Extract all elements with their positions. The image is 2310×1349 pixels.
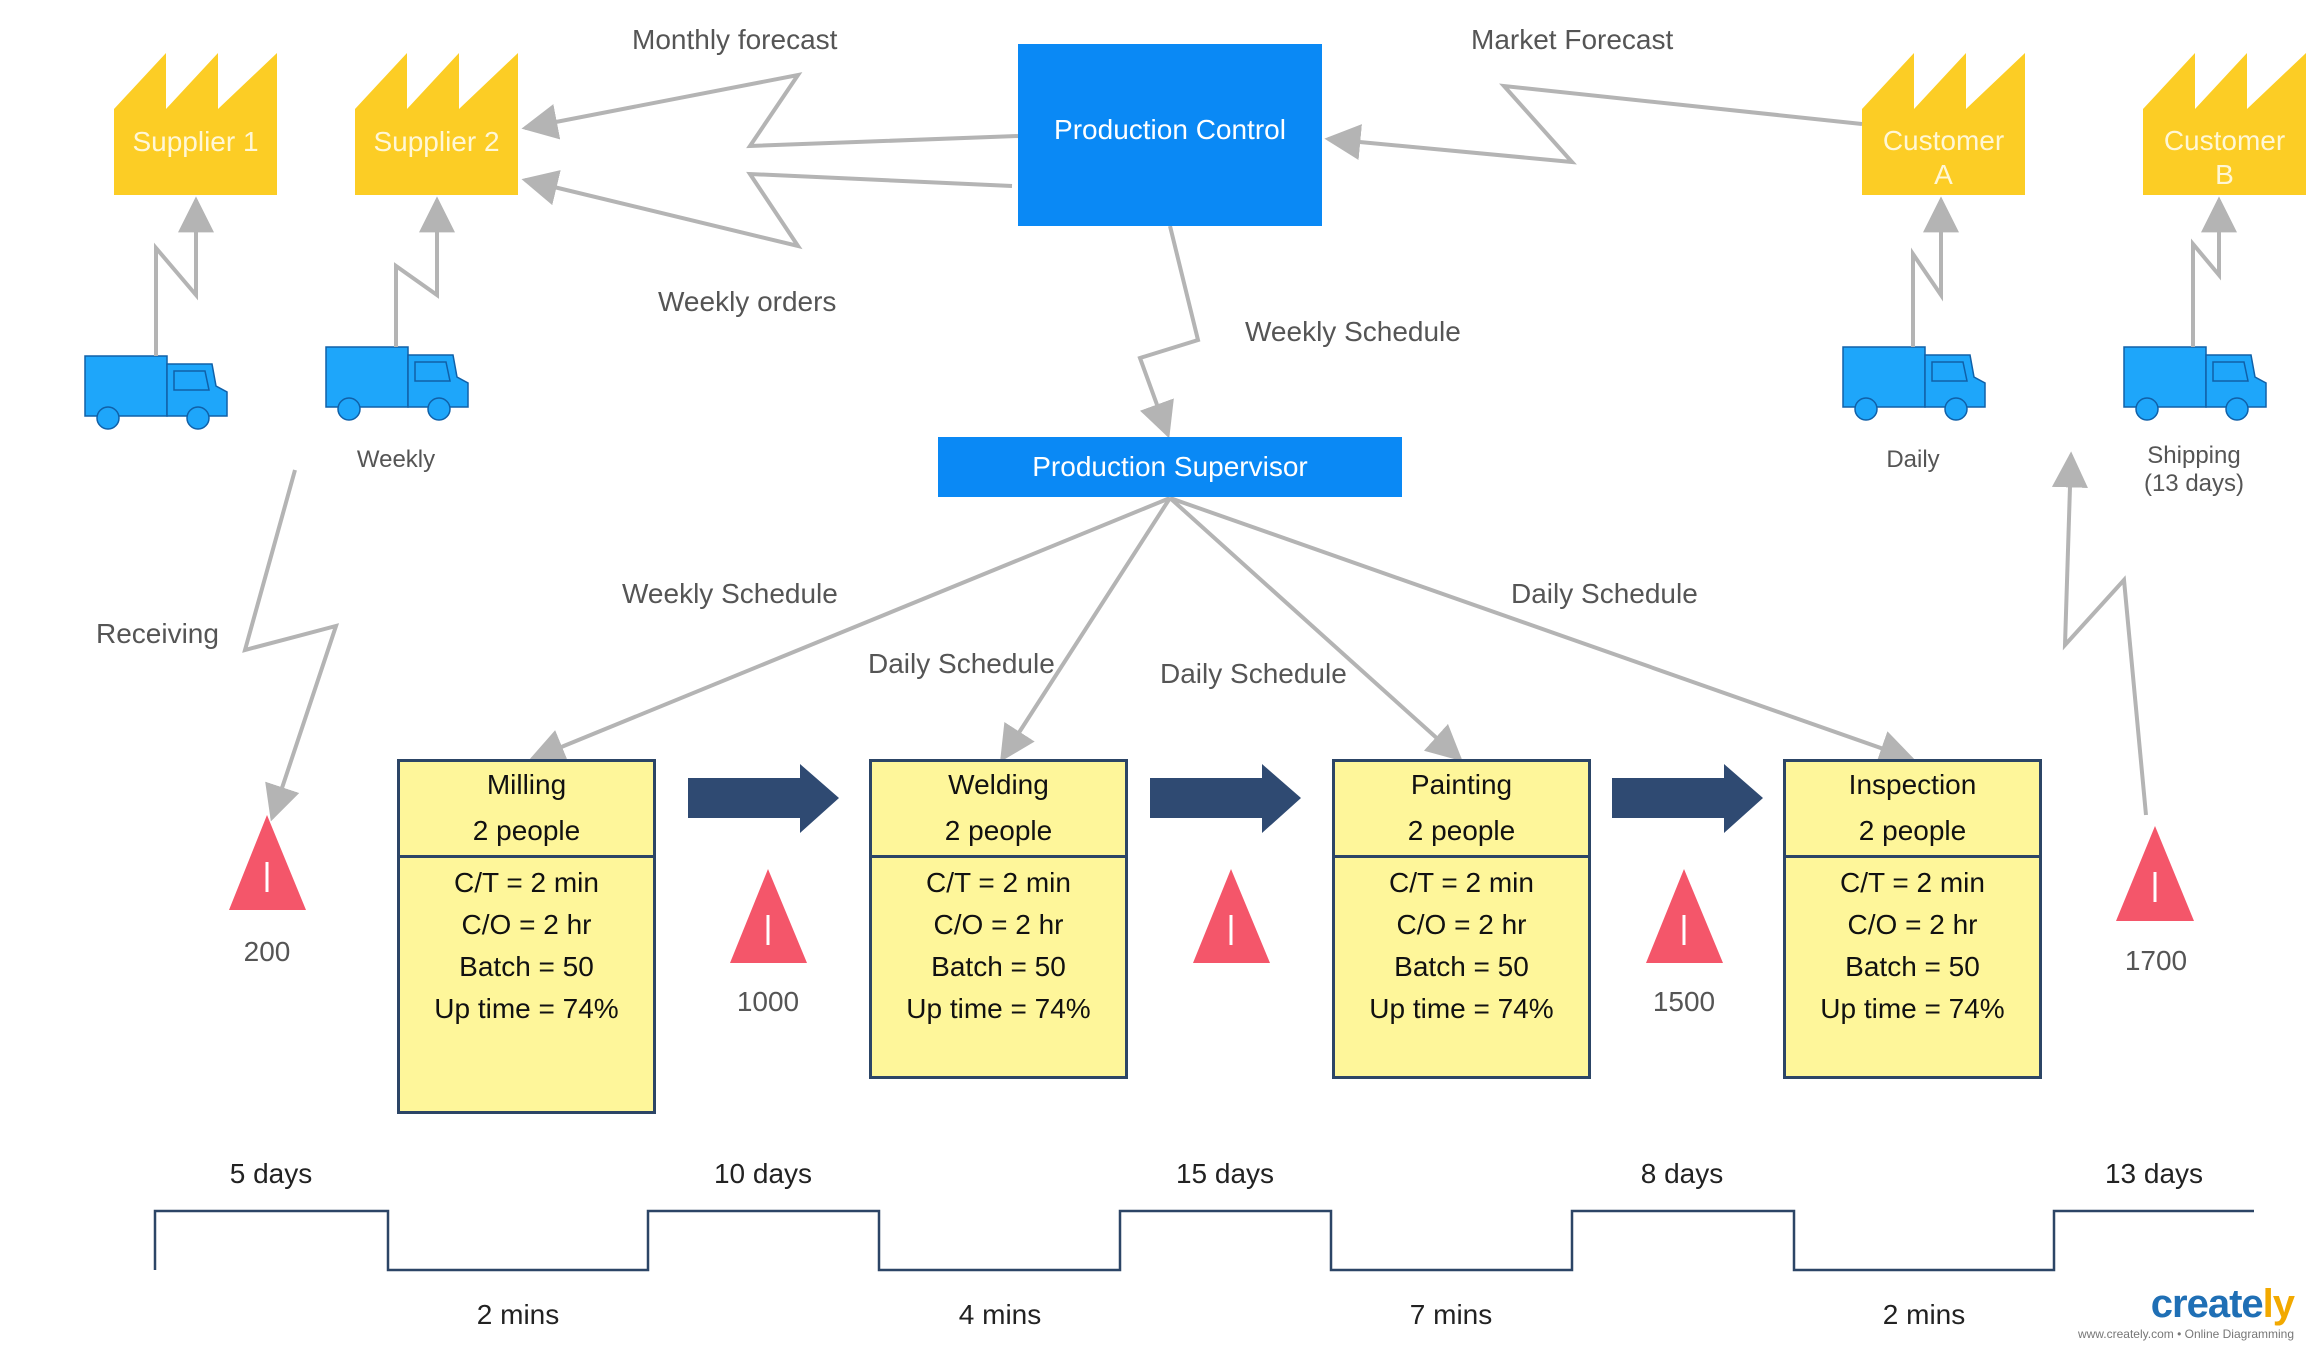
- process-people: 2 people: [1858, 815, 1967, 846]
- timeline-ladder: [153, 1209, 2254, 1272]
- weekly-schedule-milling-label: Weekly Schedule: [622, 578, 838, 609]
- daily-schedule-inspection-label: Daily Schedule: [1511, 578, 1698, 609]
- weekly-orders-label: Weekly orders: [658, 286, 837, 317]
- customer-a-truck-icon: [1842, 346, 1986, 421]
- lead-time-2: 15 days: [1175, 1158, 1275, 1189]
- creately-logo[interactable]: creately www.creately.com • Online Diagr…: [2077, 1282, 2295, 1341]
- inventory-icon-1: [730, 869, 807, 963]
- weekly-schedule-top-label: Weekly Schedule: [1245, 316, 1461, 347]
- weekly-schedule-milling-arrow[interactable]: [528, 496, 1171, 764]
- process-name: Inspection: [1848, 769, 1977, 800]
- logo-brand-main: create: [2150, 1282, 2264, 1326]
- supplier-1-factory-icon[interactable]: [114, 53, 277, 195]
- push-arrow-1: [688, 764, 839, 833]
- process-time-3: 2 mins: [1882, 1299, 1966, 1330]
- process-people: 2 people: [1407, 815, 1516, 846]
- receiving-label: Receiving: [96, 618, 219, 649]
- inventory-value-4: 1700: [2124, 945, 2188, 976]
- process-changeover: C/O = 2 hr: [1847, 909, 1978, 940]
- process-changeover: C/O = 2 hr: [933, 909, 1064, 940]
- weekly-schedule-arrow[interactable]: [1137, 225, 1201, 439]
- monthly-forecast-label: Monthly forecast: [632, 24, 838, 55]
- inventory-value-1: 1000: [736, 986, 800, 1017]
- supplier-2-truck-icon: [325, 346, 469, 421]
- process-box-milling[interactable]: Milling 2 people C/T = 2 min C/O = 2 hr …: [397, 759, 656, 1114]
- process-box-welding[interactable]: Welding 2 people C/T = 2 min C/O = 2 hr …: [869, 759, 1128, 1079]
- process-time-1: 4 mins: [958, 1299, 1042, 1330]
- supplier-2-label: Supplier 2: [373, 126, 500, 157]
- customer-b-label: Customer B: [2163, 125, 2286, 190]
- supplier-2-truck-label: Weekly: [356, 446, 436, 473]
- production-supervisor-label: Production Supervisor: [1032, 451, 1308, 482]
- customer-a-label: Customer A: [1882, 125, 2005, 190]
- process-name: Welding: [948, 769, 1049, 800]
- production-supervisor-box[interactable]: Production Supervisor: [938, 437, 1402, 497]
- logo-brand-accent: ly: [2262, 1282, 2295, 1326]
- process-uptime: Up time = 74%: [1369, 993, 1554, 1024]
- inventory-icon-3: [1646, 869, 1723, 963]
- process-cycle-time: C/T = 2 min: [1389, 867, 1534, 898]
- lead-time-0: 5 days: [229, 1158, 313, 1189]
- process-batch: Batch = 50: [1845, 951, 1980, 982]
- process-name: Painting: [1410, 769, 1513, 800]
- daily-schedule-painting-arrow[interactable]: [1168, 496, 1463, 762]
- daily-schedule-inspection-arrow[interactable]: [1169, 496, 1916, 766]
- customer-a-truck-label: Daily: [1886, 446, 1940, 473]
- daily-schedule-painting-label: Daily Schedule: [1160, 658, 1347, 689]
- daily-schedule-welding-arrow[interactable]: [1000, 496, 1172, 763]
- customer-b-delivery-arrow[interactable]: [2191, 196, 2237, 347]
- process-time-2: 7 mins: [1409, 1299, 1493, 1330]
- process-batch: Batch = 50: [931, 951, 1066, 982]
- process-uptime: Up time = 74%: [434, 993, 619, 1024]
- process-cycle-time: C/T = 2 min: [926, 867, 1071, 898]
- customer-a-delivery-arrow[interactable]: [1911, 196, 1959, 347]
- push-arrow-3: [1612, 764, 1763, 833]
- process-uptime: Up time = 74%: [906, 993, 1091, 1024]
- inventory-value-3: 1500: [1652, 986, 1716, 1017]
- monthly-forecast-arrow[interactable]: [521, 72, 1019, 149]
- production-control-label: Production Control: [1054, 114, 1286, 145]
- inventory-icon-2: [1193, 869, 1270, 963]
- inventory-icon-4: [2116, 826, 2194, 921]
- shipping-arrow[interactable]: [2051, 451, 2148, 816]
- market-forecast-label: Market Forecast: [1471, 24, 1674, 55]
- lead-time-4: 13 days: [2104, 1158, 2204, 1189]
- push-arrow-2: [1150, 764, 1301, 833]
- receiving-arrow[interactable]: [242, 469, 340, 822]
- supplier-2-delivery-arrow[interactable]: [394, 196, 455, 347]
- process-box-inspection[interactable]: Inspection 2 people C/T = 2 min C/O = 2 …: [1783, 759, 2042, 1079]
- process-uptime: Up time = 74%: [1820, 993, 2005, 1024]
- production-control-box[interactable]: Production Control: [1018, 44, 1322, 226]
- supplier-1-truck-icon: [84, 355, 228, 430]
- market-forecast-arrow[interactable]: [1324, 83, 1863, 165]
- process-changeover: C/O = 2 hr: [1396, 909, 1527, 940]
- customer-b-truck-icon: [2123, 346, 2267, 421]
- process-cycle-time: C/T = 2 min: [454, 867, 599, 898]
- lead-time-1: 10 days: [713, 1158, 813, 1189]
- process-cycle-time: C/T = 2 min: [1840, 867, 1985, 898]
- process-people: 2 people: [472, 815, 581, 846]
- supplier-1-label: Supplier 1: [132, 126, 259, 157]
- process-name: Milling: [486, 769, 567, 800]
- process-time-0: 2 mins: [476, 1299, 560, 1330]
- process-batch: Batch = 50: [1394, 951, 1529, 982]
- process-changeover: C/O = 2 hr: [461, 909, 592, 940]
- weekly-orders-arrow[interactable]: [521, 170, 1013, 250]
- lead-time-3: 8 days: [1640, 1158, 1724, 1189]
- daily-schedule-welding-label: Daily Schedule: [868, 648, 1055, 679]
- process-people: 2 people: [944, 815, 1053, 846]
- supplier-2-factory-icon[interactable]: [355, 53, 518, 195]
- supplier-1-delivery-arrow[interactable]: [154, 196, 214, 356]
- logo-tagline: www.creately.com • Online Diagramming: [2077, 1327, 2294, 1341]
- inventory-value-0: 200: [243, 936, 291, 967]
- inventory-icon-0: [229, 815, 306, 910]
- process-box-painting[interactable]: Painting 2 people C/T = 2 min C/O = 2 hr…: [1332, 759, 1591, 1079]
- customer-b-truck-label: Shipping (13 days): [2143, 442, 2245, 497]
- process-batch: Batch = 50: [459, 951, 594, 982]
